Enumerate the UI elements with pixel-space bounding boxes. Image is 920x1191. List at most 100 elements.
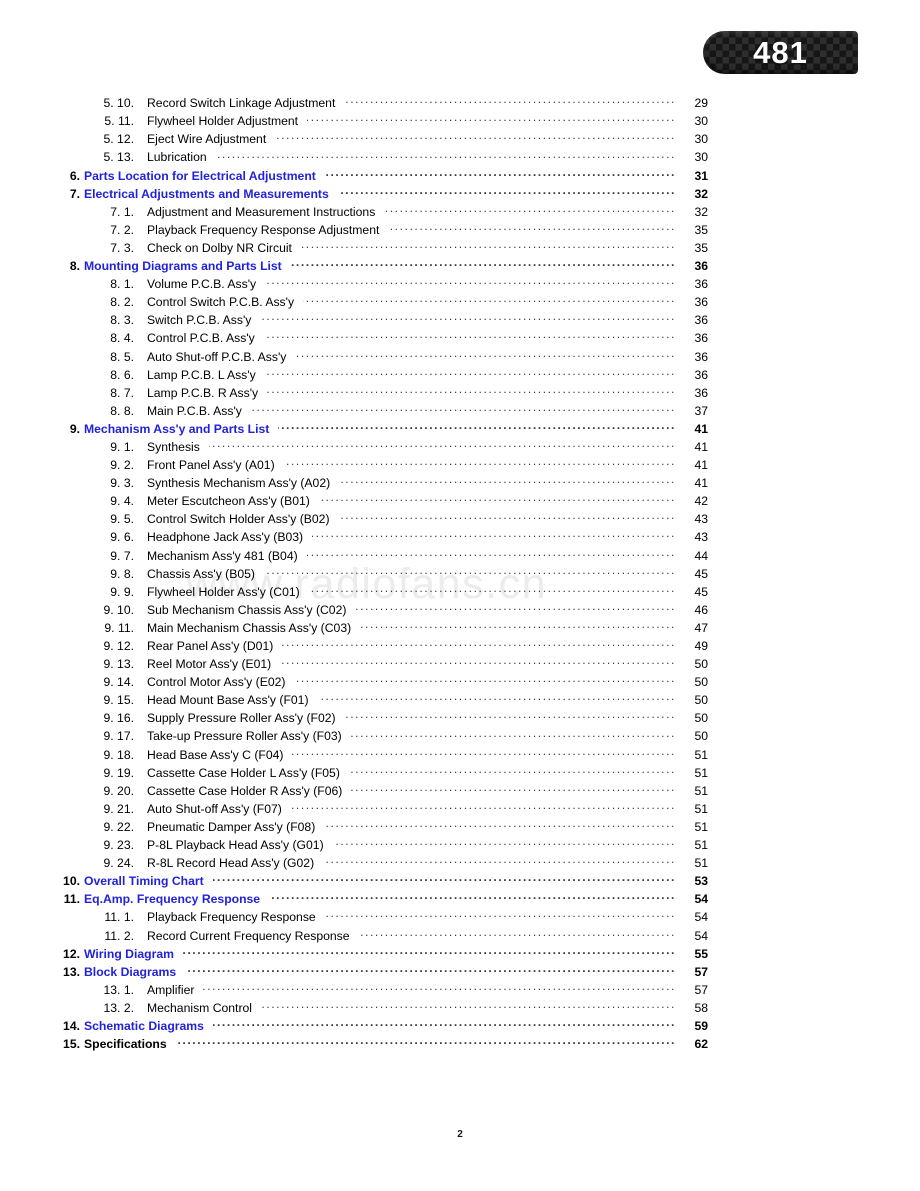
toc-section-row[interactable]: 9. 4. Meter Escutcheon Ass'y (B01) 42: [0, 493, 920, 511]
toc-section-row[interactable]: 5. 12. Eject Wire Adjustment 30: [0, 131, 920, 149]
toc-item-title[interactable]: Pneumatic Damper Ass'y (F08): [147, 820, 322, 834]
toc-item-title[interactable]: Mounting Diagrams and Parts List: [84, 259, 289, 273]
toc-item-title[interactable]: Parts Location for Electrical Adjustment: [84, 169, 323, 183]
toc-section-row[interactable]: 9. 9. Flywheel Holder Ass'y (C01) 45: [0, 584, 920, 602]
toc-item-title[interactable]: Mechanism Ass'y and Parts List: [84, 422, 276, 436]
toc-chapter-row[interactable]: 9. Mechanism Ass'y and Parts List 41: [0, 421, 920, 439]
toc-item-title[interactable]: Control Switch P.C.B. Ass'y: [147, 295, 301, 309]
toc-item-title[interactable]: Eject Wire Adjustment: [147, 132, 273, 146]
toc-item-title[interactable]: Main Mechanism Chassis Ass'y (C03): [147, 621, 358, 635]
toc-section-row[interactable]: 9. 5. Control Switch Holder Ass'y (B02) 43: [0, 511, 920, 529]
toc-item-title[interactable]: Lamp P.C.B. L Ass'y: [147, 368, 263, 382]
toc-section-row[interactable]: 9. 13. Reel Motor Ass'y (E01) 50: [0, 656, 920, 674]
toc-section-row[interactable]: 11. 2. Record Current Frequency Response 5…: [0, 927, 920, 945]
toc-item-title[interactable]: Wiring Diagram: [84, 947, 181, 961]
toc-item-title[interactable]: Specifications: [84, 1037, 174, 1051]
toc-section-row[interactable]: 5. 10. Record Switch Linkage Adjustment 29: [0, 95, 920, 113]
toc-section-row[interactable]: 8. 6. Lamp P.C.B. L Ass'y 36: [0, 366, 920, 384]
toc-item-title[interactable]: Head Base Ass'y C (F04): [147, 748, 290, 762]
toc-section-row[interactable]: 9. 8. Chassis Ass'y (B05) 45: [0, 565, 920, 583]
toc-item-title[interactable]: Head Mount Base Ass'y (F01): [147, 693, 316, 707]
toc-section-row[interactable]: 5. 13. Lubrication 30: [0, 149, 920, 167]
toc-section-row[interactable]: 9. 10. Sub Mechanism Chassis Ass'y (C02) 4…: [0, 602, 920, 620]
toc-section-row[interactable]: 9. 23. P-8L Playback Head Ass'y (G01) 51: [0, 837, 920, 855]
toc-section-row[interactable]: 11. 1. Playback Frequency Response 54: [0, 909, 920, 927]
toc-section-row[interactable]: 9. 14. Control Motor Ass'y (E02) 50: [0, 674, 920, 692]
toc-item-title[interactable]: Rear Panel Ass'y (D01): [147, 639, 280, 653]
toc-item-title[interactable]: Check on Dolby NR Circuit: [147, 241, 299, 255]
toc-item-title[interactable]: Switch P.C.B. Ass'y: [147, 313, 258, 327]
toc-item-title[interactable]: Supply Pressure Roller Ass'y (F02): [147, 711, 343, 725]
toc-item-title[interactable]: R-8L Record Head Ass'y (G02): [147, 856, 321, 870]
toc-item-title[interactable]: Take-up Pressure Roller Ass'y (F03): [147, 729, 349, 743]
toc-section-row[interactable]: 9. 18. Head Base Ass'y C (F04) 51: [0, 746, 920, 764]
toc-chapter-row[interactable]: 13. Block Diagrams 57: [0, 964, 920, 982]
toc-item-title[interactable]: Playback Frequency Response: [147, 910, 323, 924]
toc-item-title[interactable]: Record Current Frequency Response: [147, 929, 357, 943]
toc-item-title[interactable]: Electrical Adjustments and Measurements: [84, 187, 336, 201]
toc-section-row[interactable]: 8. 4. Control P.C.B. Ass'y 36: [0, 330, 920, 348]
toc-item-title[interactable]: Reel Motor Ass'y (E01): [147, 657, 278, 671]
toc-item-title[interactable]: Amplifier: [147, 983, 201, 997]
toc-chapter-row[interactable]: 11. Eq.Amp. Frequency Response 54: [0, 891, 920, 909]
toc-item-title[interactable]: Control P.C.B. Ass'y: [147, 331, 262, 345]
toc-section-row[interactable]: 9. 19. Cassette Case Holder L Ass'y (F05)…: [0, 764, 920, 782]
toc-item-title[interactable]: Block Diagrams: [84, 965, 183, 979]
toc-item-title[interactable]: Record Switch Linkage Adjustment: [147, 96, 342, 110]
toc-item-title[interactable]: Lamp P.C.B. R Ass'y: [147, 386, 265, 400]
toc-section-row[interactable]: 5. 11. Flywheel Holder Adjustment 30: [0, 113, 920, 131]
toc-item-title[interactable]: Sub Mechanism Chassis Ass'y (C02): [147, 603, 353, 617]
toc-item-title[interactable]: Synthesis: [147, 440, 207, 454]
toc-section-row[interactable]: 7. 1. Adjustment and Measurement Instruct…: [0, 204, 920, 222]
toc-section-row[interactable]: 9. 2. Front Panel Ass'y (A01) 41: [0, 457, 920, 475]
toc-chapter-row[interactable]: 8. Mounting Diagrams and Parts List 36: [0, 258, 920, 276]
toc-item-title[interactable]: Auto Shut-off Ass'y (F07): [147, 802, 289, 816]
toc-item-title[interactable]: Cassette Case Holder R Ass'y (F06): [147, 784, 349, 798]
toc-chapter-row[interactable]: 15. Specifications 62: [0, 1036, 920, 1054]
toc-section-row[interactable]: 13. 2. Mechanism Control 58: [0, 1000, 920, 1018]
toc-item-title[interactable]: Auto Shut-off P.C.B. Ass'y: [147, 350, 293, 364]
toc-item-title[interactable]: Control Switch Holder Ass'y (B02): [147, 512, 337, 526]
toc-section-row[interactable]: 8. 7. Lamp P.C.B. R Ass'y 36: [0, 385, 920, 403]
toc-item-title[interactable]: Cassette Case Holder L Ass'y (F05): [147, 766, 347, 780]
toc-item-title[interactable]: Adjustment and Measurement Instructions: [147, 205, 382, 219]
toc-chapter-row[interactable]: 6. Parts Location for Electrical Adjustme…: [0, 167, 920, 185]
toc-section-row[interactable]: 13. 1. Amplifier 57: [0, 982, 920, 1000]
toc-item-title[interactable]: Overall Timing Chart: [84, 874, 211, 888]
toc-section-row[interactable]: 9. 17. Take-up Pressure Roller Ass'y (F03…: [0, 728, 920, 746]
toc-section-row[interactable]: 8. 1. Volume P.C.B. Ass'y 36: [0, 276, 920, 294]
toc-chapter-row[interactable]: 12. Wiring Diagram 55: [0, 945, 920, 963]
toc-item-title[interactable]: Meter Escutcheon Ass'y (B01): [147, 494, 317, 508]
toc-chapter-row[interactable]: 14. Schematic Diagrams 59: [0, 1018, 920, 1036]
toc-item-title[interactable]: Synthesis Mechanism Ass'y (A02): [147, 476, 337, 490]
toc-item-title[interactable]: Volume P.C.B. Ass'y: [147, 277, 263, 291]
toc-item-title[interactable]: Chassis Ass'y (B05): [147, 567, 262, 581]
toc-section-row[interactable]: 9. 22. Pneumatic Damper Ass'y (F08) 51: [0, 819, 920, 837]
toc-item-title[interactable]: P-8L Playback Head Ass'y (G01): [147, 838, 331, 852]
toc-chapter-row[interactable]: 10. Overall Timing Chart 53: [0, 873, 920, 891]
toc-item-title[interactable]: Headphone Jack Ass'y (B03): [147, 530, 310, 544]
toc-section-row[interactable]: 9. 6. Headphone Jack Ass'y (B03) 43: [0, 529, 920, 547]
toc-section-row[interactable]: 9. 12. Rear Panel Ass'y (D01) 49: [0, 638, 920, 656]
toc-section-row[interactable]: 9. 7. Mechanism Ass'y 481 (B04) 44: [0, 547, 920, 565]
toc-item-title[interactable]: Flywheel Holder Adjustment: [147, 114, 305, 128]
toc-item-title[interactable]: Lubrication: [147, 150, 214, 164]
toc-section-row[interactable]: 8. 5. Auto Shut-off P.C.B. Ass'y 36: [0, 348, 920, 366]
toc-item-title[interactable]: Mechanism Control: [147, 1001, 259, 1015]
toc-section-row[interactable]: 9. 15. Head Mount Base Ass'y (F01) 50: [0, 692, 920, 710]
toc-item-title[interactable]: Main P.C.B. Ass'y: [147, 404, 249, 418]
toc-section-row[interactable]: 9. 11. Main Mechanism Chassis Ass'y (C03)…: [0, 620, 920, 638]
toc-section-row[interactable]: 7. 2. Playback Frequency Response Adjustm…: [0, 222, 920, 240]
toc-section-row[interactable]: 9. 21. Auto Shut-off Ass'y (F07) 51: [0, 801, 920, 819]
toc-item-title[interactable]: Front Panel Ass'y (A01): [147, 458, 282, 472]
toc-item-title[interactable]: Mechanism Ass'y 481 (B04): [147, 549, 305, 563]
toc-section-row[interactable]: 8. 3. Switch P.C.B. Ass'y 36: [0, 312, 920, 330]
toc-chapter-row[interactable]: 7. Electrical Adjustments and Measurement…: [0, 185, 920, 203]
toc-section-row[interactable]: 8. 8. Main P.C.B. Ass'y 37: [0, 403, 920, 421]
toc-section-row[interactable]: 9. 3. Synthesis Mechanism Ass'y (A02) 41: [0, 475, 920, 493]
toc-section-row[interactable]: 8. 2. Control Switch P.C.B. Ass'y 36: [0, 294, 920, 312]
toc-section-row[interactable]: 9. 20. Cassette Case Holder R Ass'y (F06)…: [0, 783, 920, 801]
toc-section-row[interactable]: 9. 24. R-8L Record Head Ass'y (G02) 51: [0, 855, 920, 873]
toc-item-title[interactable]: Eq.Amp. Frequency Response: [84, 892, 267, 906]
toc-item-title[interactable]: Playback Frequency Response Adjustment: [147, 223, 386, 237]
